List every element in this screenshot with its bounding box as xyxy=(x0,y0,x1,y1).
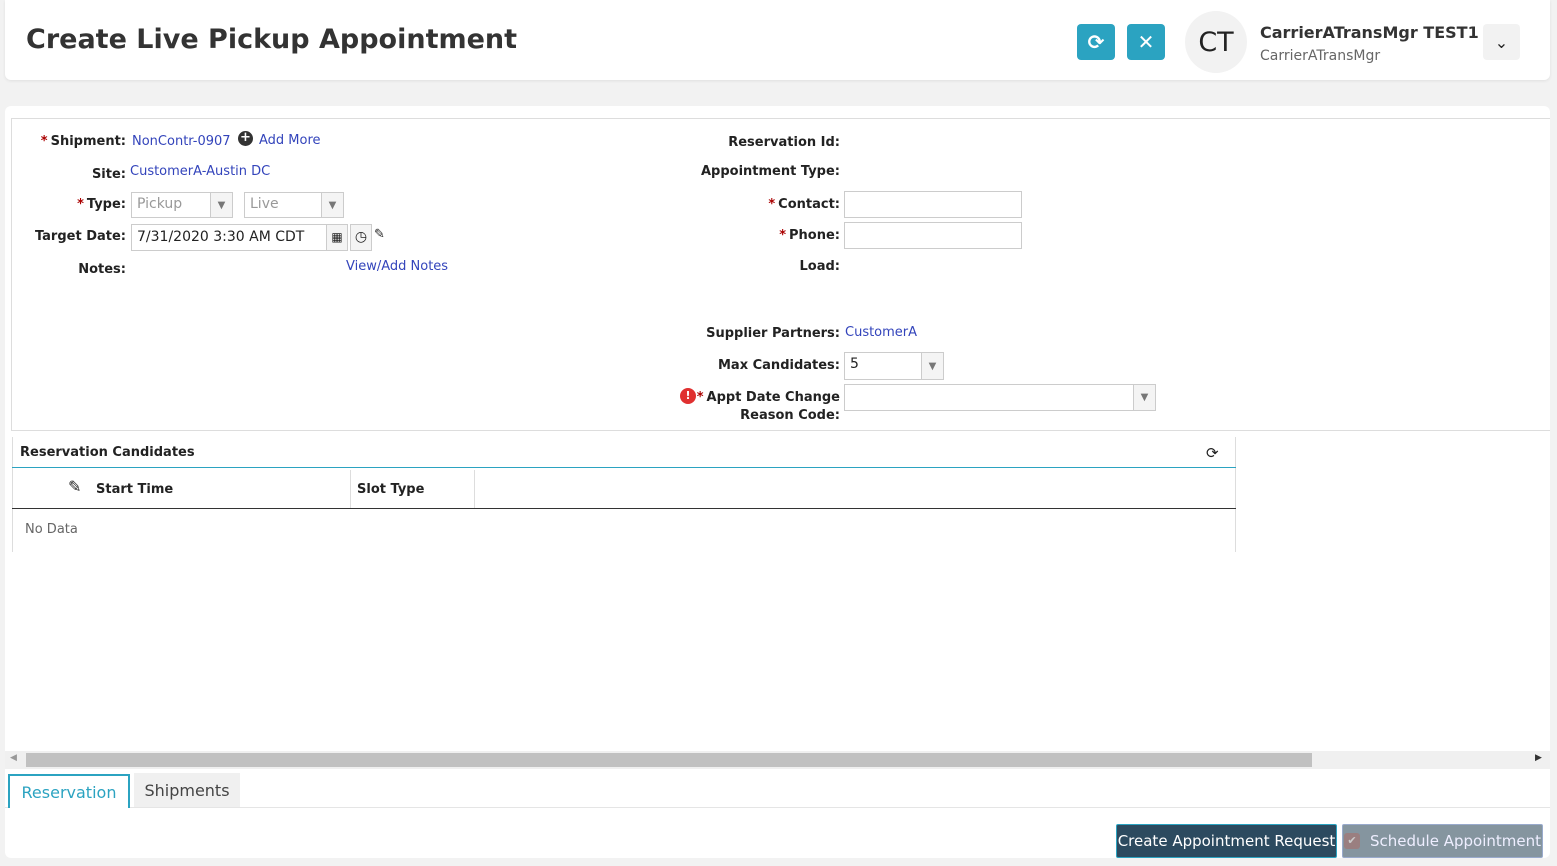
scrollbar-thumb[interactable] xyxy=(26,753,1312,767)
max-candidates-label: Max Candidates: xyxy=(718,358,840,373)
refresh-icon: ⟳ xyxy=(1087,30,1105,54)
checkbox-icon: ✔ xyxy=(1344,833,1361,849)
avatar: CT xyxy=(1185,11,1247,73)
plus-circle-icon[interactable]: + xyxy=(238,131,253,146)
tab-shipments[interactable]: Shipments xyxy=(134,773,240,807)
chevron-down-icon: ⌄ xyxy=(1494,32,1509,52)
phone-input[interactable] xyxy=(844,222,1022,249)
grid-title: Reservation Candidates xyxy=(20,445,195,460)
contact-label: Contact: xyxy=(778,197,840,212)
chevron-down-icon: ▼ xyxy=(210,193,232,217)
site-label: Site: xyxy=(91,167,126,182)
tab-reservation[interactable]: Reservation xyxy=(8,774,130,808)
clock-icon[interactable]: ◷ xyxy=(350,224,372,251)
appointment-type-label: Appointment Type: xyxy=(700,164,840,179)
supplier-partners-link[interactable]: CustomerA xyxy=(845,325,917,340)
supplier-partners-label: Supplier Partners: xyxy=(706,326,840,341)
chevron-down-icon: ▼ xyxy=(1133,385,1155,410)
grid-refresh-icon[interactable]: ⟳ xyxy=(1206,444,1219,462)
view-add-notes-link[interactable]: View/Add Notes xyxy=(346,259,448,274)
reason-code-label: Appt Date Change xyxy=(706,390,840,405)
target-date-label: Target Date: xyxy=(34,229,126,244)
shipment-link[interactable]: NonContr-0907 xyxy=(132,134,231,149)
scroll-left-icon[interactable]: ◀ xyxy=(10,753,17,763)
phone-label: Phone: xyxy=(789,228,840,243)
contact-input[interactable] xyxy=(844,191,1022,218)
shipment-label: Shipment: xyxy=(50,134,126,149)
column-header-start-time[interactable]: Start Time xyxy=(96,482,173,497)
max-candidates-select[interactable]: 5 ▼ xyxy=(844,352,944,380)
clear-icon[interactable]: ✎ xyxy=(374,227,385,242)
no-data-text: No Data xyxy=(25,522,78,537)
reservation-id-label: Reservation Id: xyxy=(728,135,840,150)
create-appointment-request-button[interactable]: Create Appointment Request xyxy=(1116,824,1337,858)
type2-select[interactable]: Live ▼ xyxy=(244,192,344,218)
load-label: Load: xyxy=(799,259,841,274)
notes-label: Notes: xyxy=(78,262,126,277)
user-login: CarrierATransMgr xyxy=(1260,48,1381,64)
chevron-down-icon: ▼ xyxy=(321,193,343,217)
calendar-icon[interactable]: ▦ xyxy=(326,224,348,251)
reason-code-select[interactable]: ▼ xyxy=(844,384,1156,411)
edit-icon: ✎ xyxy=(68,477,82,496)
type-label: Type: xyxy=(86,197,126,212)
target-date-input[interactable]: 7/31/2020 3:30 AM CDT xyxy=(131,224,327,251)
type-select[interactable]: Pickup ▼ xyxy=(131,192,233,218)
user-name: CarrierATransMgr TEST1 xyxy=(1260,23,1479,42)
page-title: Create Live Pickup Appointment xyxy=(26,24,518,55)
chevron-down-icon: ▼ xyxy=(921,353,943,379)
user-menu-button[interactable]: ⌄ xyxy=(1483,24,1520,60)
site-link[interactable]: CustomerA-Austin DC xyxy=(130,164,270,179)
schedule-appointment-button[interactable]: ✔ Schedule Appointment xyxy=(1342,824,1543,858)
reservation-candidates-grid xyxy=(12,437,1236,552)
add-more-link[interactable]: Add More xyxy=(259,133,321,148)
close-button[interactable]: ✕ xyxy=(1127,24,1165,60)
column-header-slot-type[interactable]: Slot Type xyxy=(357,482,424,497)
scroll-right-icon[interactable]: ▶ xyxy=(1535,753,1542,763)
close-icon: ✕ xyxy=(1137,30,1155,54)
refresh-button[interactable]: ⟳ xyxy=(1077,24,1115,60)
